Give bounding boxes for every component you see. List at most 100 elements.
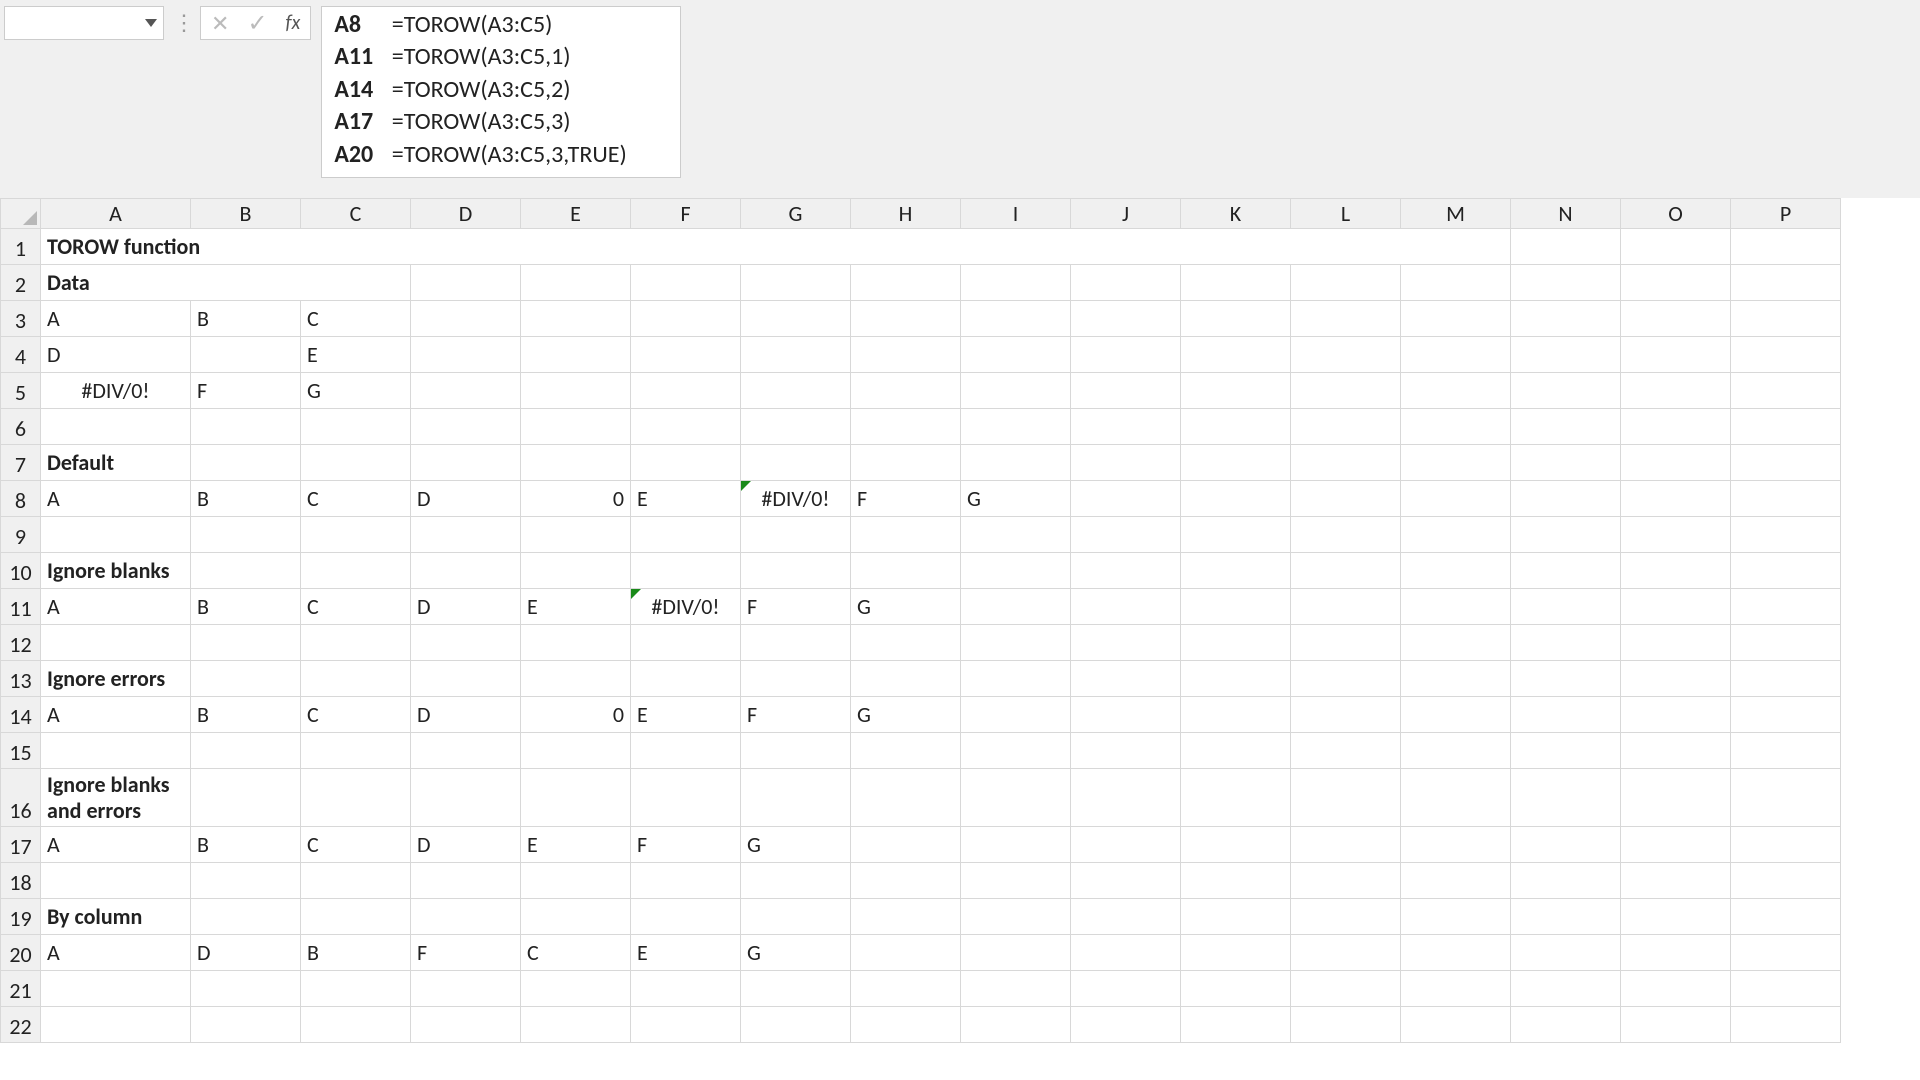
row-header[interactable]: 1 xyxy=(1,229,41,265)
cell[interactable] xyxy=(851,301,961,337)
cell[interactable] xyxy=(1401,589,1511,625)
cell[interactable] xyxy=(851,337,961,373)
cell[interactable] xyxy=(1291,409,1401,445)
cell[interactable] xyxy=(521,373,631,409)
cell[interactable] xyxy=(631,337,741,373)
cell[interactable] xyxy=(851,1007,961,1043)
cell[interactable]: B xyxy=(191,589,301,625)
row-header[interactable]: 20 xyxy=(1,935,41,971)
cell[interactable]: G xyxy=(741,827,851,863)
cell[interactable]: D xyxy=(411,697,521,733)
cell[interactable] xyxy=(1731,337,1841,373)
row-header[interactable]: 10 xyxy=(1,553,41,589)
cell[interactable] xyxy=(411,971,521,1007)
cell[interactable] xyxy=(521,445,631,481)
cell[interactable] xyxy=(1731,373,1841,409)
cell[interactable]: E xyxy=(521,827,631,863)
cell[interactable] xyxy=(1511,409,1621,445)
cell[interactable] xyxy=(1071,481,1181,517)
cell[interactable] xyxy=(1181,337,1291,373)
cell[interactable] xyxy=(961,827,1071,863)
cell[interactable] xyxy=(741,899,851,935)
cell[interactable] xyxy=(961,589,1071,625)
cell[interactable] xyxy=(301,971,411,1007)
col-header[interactable]: G xyxy=(741,199,851,229)
cell[interactable] xyxy=(631,661,741,697)
cell[interactable] xyxy=(1621,301,1731,337)
cell[interactable] xyxy=(521,553,631,589)
cell[interactable] xyxy=(1621,697,1731,733)
cell[interactable] xyxy=(961,517,1071,553)
cell[interactable] xyxy=(741,1007,851,1043)
cell[interactable] xyxy=(521,337,631,373)
cell[interactable] xyxy=(521,517,631,553)
cell[interactable]: E xyxy=(631,481,741,517)
cell[interactable] xyxy=(1071,517,1181,553)
cell-error[interactable]: #DIV/0! xyxy=(741,481,851,517)
cell[interactable] xyxy=(1511,971,1621,1007)
cell[interactable]: F xyxy=(851,481,961,517)
cell[interactable] xyxy=(1621,899,1731,935)
cell[interactable]: A xyxy=(41,589,191,625)
cell[interactable] xyxy=(1511,301,1621,337)
cell[interactable] xyxy=(191,553,301,589)
cell[interactable] xyxy=(1731,229,1841,265)
cell[interactable] xyxy=(1181,769,1291,827)
cell[interactable]: A xyxy=(41,301,191,337)
cell[interactable] xyxy=(1731,769,1841,827)
cell[interactable] xyxy=(1401,265,1511,301)
cell[interactable] xyxy=(301,1007,411,1043)
cell[interactable] xyxy=(961,625,1071,661)
cell[interactable] xyxy=(411,733,521,769)
cell[interactable] xyxy=(851,733,961,769)
cell[interactable] xyxy=(1621,445,1731,481)
col-header[interactable]: C xyxy=(301,199,411,229)
cell[interactable] xyxy=(521,625,631,661)
cell[interactable] xyxy=(411,265,521,301)
cell[interactable] xyxy=(741,733,851,769)
cell[interactable] xyxy=(1621,553,1731,589)
cell[interactable] xyxy=(1511,265,1621,301)
cell[interactable] xyxy=(1621,935,1731,971)
cell[interactable] xyxy=(1731,661,1841,697)
cell[interactable] xyxy=(1181,733,1291,769)
cell[interactable] xyxy=(961,697,1071,733)
col-header[interactable]: K xyxy=(1181,199,1291,229)
col-header[interactable]: F xyxy=(631,199,741,229)
row-header[interactable]: 9 xyxy=(1,517,41,553)
cell[interactable]: G xyxy=(851,697,961,733)
cell[interactable] xyxy=(851,971,961,1007)
cell[interactable] xyxy=(1291,661,1401,697)
col-header[interactable]: I xyxy=(961,199,1071,229)
cell[interactable]: E xyxy=(521,589,631,625)
cell[interactable] xyxy=(741,409,851,445)
cell[interactable]: B xyxy=(191,697,301,733)
cell[interactable] xyxy=(521,661,631,697)
cell[interactable] xyxy=(1731,697,1841,733)
row-header[interactable]: 21 xyxy=(1,971,41,1007)
cell[interactable]: F xyxy=(411,935,521,971)
cell[interactable] xyxy=(1621,409,1731,445)
cell[interactable] xyxy=(741,445,851,481)
cell[interactable] xyxy=(631,733,741,769)
section-header-data[interactable]: Data xyxy=(41,265,411,301)
cell[interactable] xyxy=(521,899,631,935)
cell[interactable] xyxy=(1621,589,1731,625)
cell[interactable] xyxy=(1291,827,1401,863)
cell[interactable] xyxy=(411,625,521,661)
cell[interactable] xyxy=(1731,971,1841,1007)
cell[interactable]: B xyxy=(191,301,301,337)
cell[interactable]: F xyxy=(631,827,741,863)
cell[interactable] xyxy=(1291,733,1401,769)
cell[interactable] xyxy=(741,553,851,589)
cell[interactable] xyxy=(1511,827,1621,863)
cell[interactable] xyxy=(1731,899,1841,935)
enter-icon[interactable]: ✓ xyxy=(247,9,267,38)
cell[interactable] xyxy=(1401,661,1511,697)
cell[interactable] xyxy=(1181,409,1291,445)
cell[interactable] xyxy=(301,733,411,769)
cell[interactable] xyxy=(851,553,961,589)
cell[interactable] xyxy=(1401,863,1511,899)
cell[interactable] xyxy=(1071,1007,1181,1043)
cell[interactable] xyxy=(961,971,1071,1007)
